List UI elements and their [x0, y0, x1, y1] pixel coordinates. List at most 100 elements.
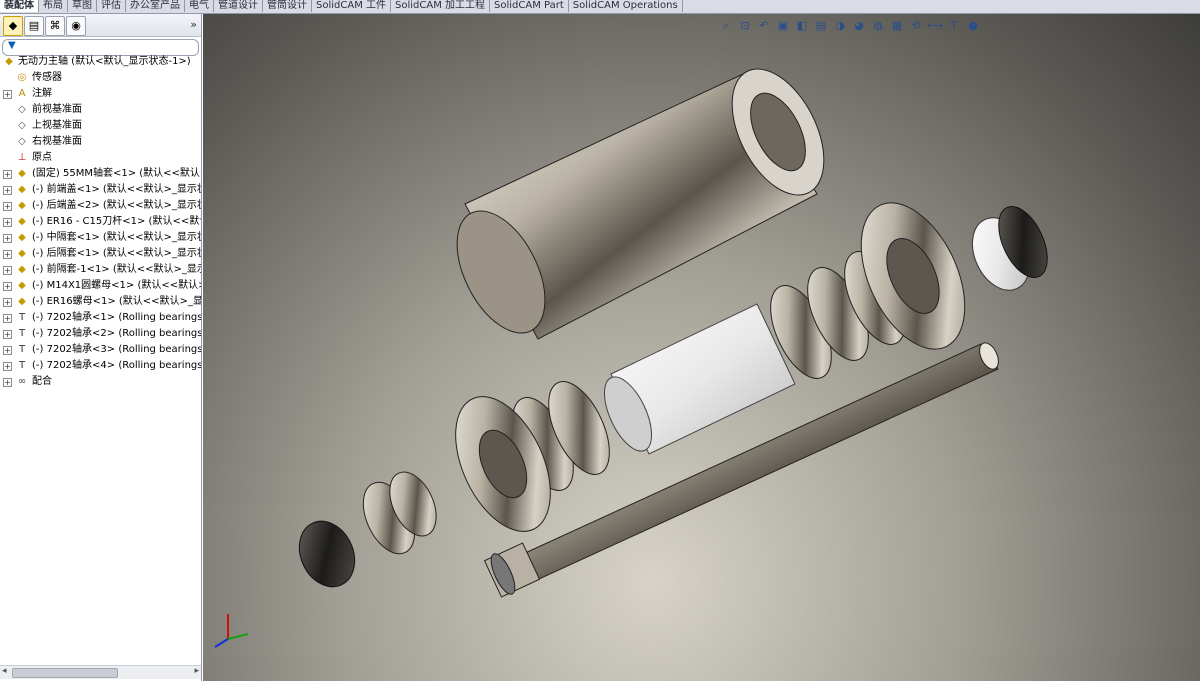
tree-item-label: (-) 中隔套<1> (默认<<默认>_显示状态: [32, 232, 201, 243]
expand-icon[interactable]: +: [3, 314, 12, 323]
horizontal-scrollbar[interactable]: ◂ ▸: [0, 665, 201, 679]
expand-icon[interactable]: +: [3, 218, 12, 227]
tree-item-label: (-) M14X1圆螺母<1> (默认<<默认>_: [32, 280, 201, 291]
tab-8[interactable]: SolidCAM 工件: [312, 0, 391, 12]
part-icon: ◆: [18, 216, 26, 227]
part-icon: ◆: [18, 232, 26, 243]
part-icon: ◆: [18, 296, 26, 307]
tree-item[interactable]: + ◆ (-) 后端盖<2> (默认<<默认>_显示状态: [0, 198, 201, 214]
tree-item[interactable]: + ◆ (-) 前隔套-1<1> (默认<<默认>_显示状: [0, 262, 201, 278]
tree-item-label: (-) 后端盖<2> (默认<<默认>_显示状态: [32, 200, 201, 211]
part-icon: ◆: [18, 168, 26, 179]
feature-manager-tab-icon[interactable]: ◆: [3, 16, 23, 36]
triad-icon: [214, 614, 249, 648]
expand-icon[interactable]: +: [3, 378, 12, 387]
tree-item[interactable]: + ◆ (-) ER16螺母<1> (默认<<默认>_显示: [0, 294, 201, 310]
tree-item[interactable]: + ◆ (-) 前端盖<1> (默认<<默认>_显示状态: [0, 182, 201, 198]
tree-item-label: 注解: [32, 88, 52, 99]
expand-icon[interactable]: +: [3, 234, 12, 243]
display-manager-tab-icon[interactable]: ◉: [66, 16, 86, 36]
tree-item[interactable]: + ∞ 配合: [0, 374, 201, 390]
tree-item[interactable]: + T (-) 7202轴承<2> (Rolling bearings S: [0, 326, 201, 342]
tab-3[interactable]: 评估: [97, 0, 126, 12]
expand-icon[interactable]: +: [3, 202, 12, 211]
tree-item[interactable]: + ◆ (-) ER16 - C15刀杆<1> (默认<<默认>: [0, 214, 201, 230]
expand-icon[interactable]: +: [3, 346, 12, 355]
scroll-right-icon[interactable]: ▸: [194, 666, 199, 676]
feature-manager-panel: ◆ ▤ ⌘ ◉ » ▼ ◆ 无动力主轴 (默认<默认_显示状态-1>) ◎ 传感器…: [0, 14, 202, 681]
tab-5[interactable]: 电气: [185, 0, 214, 12]
tree-item[interactable]: + T (-) 7202轴承<1> (Rolling bearings S: [0, 310, 201, 326]
rear-end-cap[interactable]: [840, 187, 1057, 366]
expand-icon[interactable]: +: [3, 186, 12, 195]
toolbox-part-icon: T: [18, 360, 26, 371]
tab-1[interactable]: 布局: [39, 0, 68, 12]
tree-item[interactable]: + ◆ (-) 后隔套<1> (默认<<默认>_显示状态: [0, 246, 201, 262]
plane-icon: ◇: [18, 120, 26, 131]
tree-item[interactable]: + T (-) 7202轴承<3> (Rolling bearings S: [0, 342, 201, 358]
spacer-sleeve[interactable]: [595, 303, 796, 458]
tree-item[interactable]: ◇ 上视基准面: [0, 118, 201, 134]
expand-icon[interactable]: +: [3, 250, 12, 259]
tree-item[interactable]: + ◆ (-) M14X1圆螺母<1> (默认<<默认>_: [0, 278, 201, 294]
tree-item[interactable]: + ◆ (固定) 55MM轴套<1> (默认<<默认>_: [0, 166, 201, 182]
tree-item-label: (-) 7202轴承<4> (Rolling bearings S: [32, 360, 201, 371]
tree-root[interactable]: ◆ 无动力主轴 (默认<默认_显示状态-1>): [0, 54, 201, 70]
tree-item-label: (-) 前隔套-1<1> (默认<<默认>_显示状: [32, 264, 201, 275]
plane-icon: ◇: [18, 136, 26, 147]
tree-item-label: 右视基准面: [32, 136, 82, 147]
collapse-panel-button[interactable]: »: [190, 18, 197, 31]
tree-item[interactable]: ⊥ 原点: [0, 150, 201, 166]
tree-item-label: 上视基准面: [32, 120, 82, 131]
tab-4[interactable]: 办公室产品: [126, 0, 185, 12]
tree-item-label: (-) ER16 - C15刀杆<1> (默认<<默认>: [32, 216, 201, 227]
tree-root-label: 无动力主轴 (默认<默认_显示状态-1>): [18, 56, 191, 67]
tree-item-label: 配合: [32, 376, 52, 387]
tree-item-label: (-) 后隔套<1> (默认<<默认>_显示状态: [32, 248, 201, 259]
tree-item-label: 传感器: [32, 72, 62, 83]
plane-icon: ◇: [18, 104, 26, 115]
tree-item-label: (-) 前端盖<1> (默认<<默认>_显示状态: [32, 184, 201, 195]
tree-item[interactable]: + A 注解: [0, 86, 201, 102]
scroll-left-icon[interactable]: ◂: [2, 666, 7, 676]
toolbox-part-icon: T: [18, 344, 26, 355]
tree-item[interactable]: + ◆ (-) 中隔套<1> (默认<<默认>_显示状态: [0, 230, 201, 246]
expand-icon[interactable]: +: [3, 266, 12, 275]
expand-icon[interactable]: +: [3, 90, 12, 99]
expand-icon[interactable]: +: [3, 298, 12, 307]
tab-2[interactable]: 草图: [68, 0, 97, 12]
exploded-spindle-model[interactable]: [203, 14, 1200, 681]
scroll-thumb[interactable]: [12, 668, 118, 678]
tab-6[interactable]: 管道设计: [214, 0, 263, 12]
expand-icon[interactable]: +: [3, 170, 12, 179]
tree-item[interactable]: ◎ 传感器: [0, 70, 201, 86]
tree-item-label: (-) 7202轴承<2> (Rolling bearings S: [32, 328, 201, 339]
tree-item[interactable]: + T (-) 7202轴承<4> (Rolling bearings S: [0, 358, 201, 374]
annotation-icon: A: [18, 88, 26, 99]
part-icon: ◆: [18, 264, 26, 275]
property-manager-tab-icon[interactable]: ▤: [24, 16, 44, 36]
tab-10[interactable]: SolidCAM Part: [490, 0, 569, 12]
expand-icon[interactable]: +: [3, 362, 12, 371]
tab-0[interactable]: 装配体: [0, 0, 39, 12]
tree-item[interactable]: ◇ 前视基准面: [0, 102, 201, 118]
tree-item-label: (固定) 55MM轴套<1> (默认<<默认>_: [32, 168, 201, 179]
part-icon: ◆: [18, 280, 26, 291]
assembly-icon: ◆: [5, 56, 13, 67]
tree-item-label: 前视基准面: [32, 104, 82, 115]
tree-item-label: (-) 7202轴承<3> (Rolling bearings S: [32, 344, 201, 355]
tree-item-label: (-) 7202轴承<1> (Rolling bearings S: [32, 312, 201, 323]
tab-7[interactable]: 管筒设计: [263, 0, 312, 12]
tree-item[interactable]: ◇ 右视基准面: [0, 134, 201, 150]
front-spacer-and-nut[interactable]: [289, 465, 445, 596]
tab-11[interactable]: SolidCAM Operations: [569, 0, 683, 12]
graphics-area[interactable]: ⌕ ⊡ ↶ ▣ ◧ ▤ ◑ ◕ ◍ ▦ ⟲ ⟷ T ●: [203, 14, 1200, 681]
toolbox-part-icon: T: [18, 312, 26, 323]
configuration-manager-tab-icon[interactable]: ⌘: [45, 16, 65, 36]
toolbox-part-icon: T: [18, 328, 26, 339]
part-icon: ◆: [18, 248, 26, 259]
expand-icon[interactable]: +: [3, 330, 12, 339]
tab-9[interactable]: SolidCAM 加工工程: [391, 0, 490, 12]
tree-item-label: (-) ER16螺母<1> (默认<<默认>_显示: [32, 296, 201, 307]
expand-icon[interactable]: +: [3, 282, 12, 291]
